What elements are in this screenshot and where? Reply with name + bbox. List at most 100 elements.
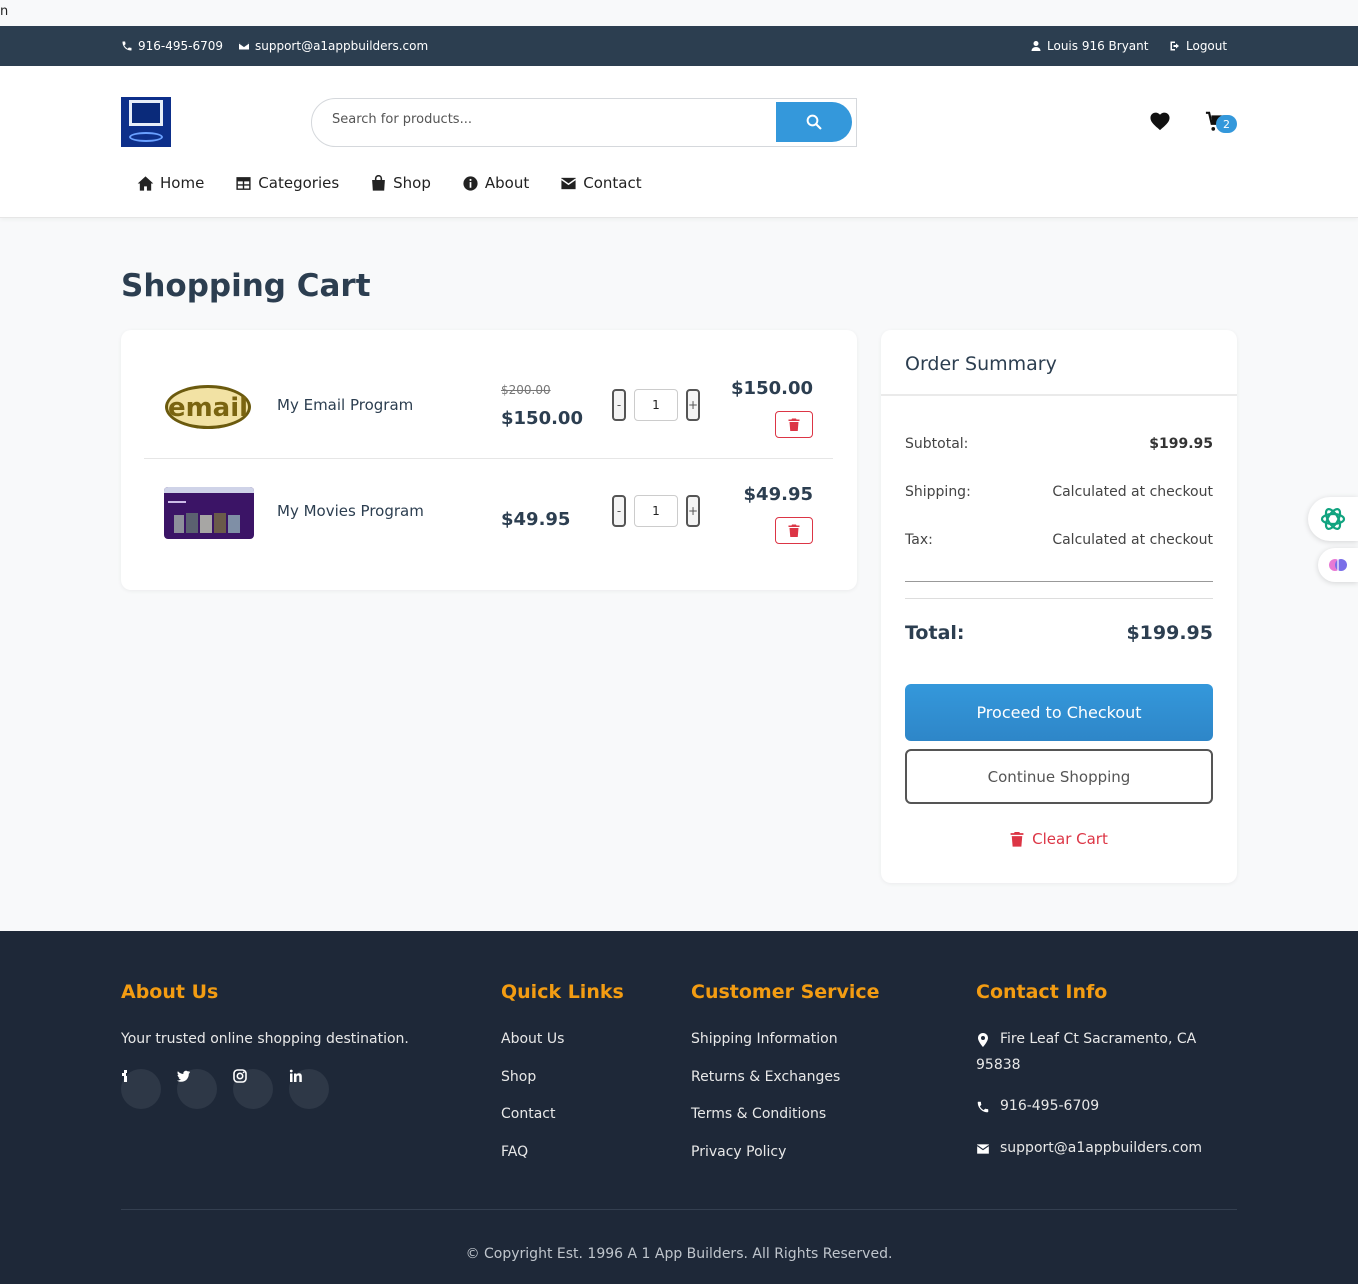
topbar-user[interactable]: Louis 916 Bryant: [1030, 39, 1148, 53]
nav-contact[interactable]: Contact: [560, 174, 642, 192]
footer-divider: [121, 1209, 1237, 1210]
quantity-increase-button[interactable]: +: [686, 389, 700, 421]
summary-divider: [881, 394, 1237, 396]
tax-row: Tax: Calculated at checkout: [905, 532, 1213, 548]
nav-home[interactable]: Home: [137, 174, 204, 192]
footer-link-terms[interactable]: Terms & Conditions: [691, 1106, 826, 1122]
logo-base: [129, 132, 163, 142]
product-thumbnail[interactable]: email: [164, 381, 254, 433]
search-button[interactable]: [776, 102, 852, 142]
quantity-decrease-button[interactable]: -: [612, 389, 626, 421]
top-bar: 916-495-6709 support@a1appbuilders.com L…: [0, 26, 1358, 66]
info-circle-icon: [463, 175, 478, 191]
remove-item-button[interactable]: [775, 517, 813, 544]
nav-shop[interactable]: Shop: [370, 174, 431, 192]
linkedin-icon: [289, 1069, 302, 1082]
logo-screen: [129, 100, 163, 126]
footer-link-privacy[interactable]: Privacy Policy: [691, 1144, 786, 1160]
footer-link-returns[interactable]: Returns & Exchanges: [691, 1069, 840, 1085]
footer-phone-text: 916-495-6709: [1000, 1098, 1100, 1114]
total-value: $199.95: [1126, 622, 1213, 644]
twitter-icon: [177, 1070, 190, 1082]
instagram-icon: [233, 1069, 247, 1083]
quantity-input[interactable]: 1: [634, 495, 678, 527]
topbar-phone-text: 916-495-6709: [138, 39, 224, 53]
stray-text: n: [0, 4, 9, 19]
openai-icon: [1320, 508, 1346, 530]
brain-widget[interactable]: [1318, 548, 1358, 582]
proceed-to-checkout-button[interactable]: Proceed to Checkout: [905, 684, 1213, 741]
wishlist-heart-icon[interactable]: [1149, 111, 1171, 131]
logout-label: Logout: [1186, 39, 1228, 53]
product-name[interactable]: My Movies Program: [277, 502, 424, 520]
remove-item-button[interactable]: [775, 411, 813, 438]
quantity-increase-button[interactable]: +: [686, 495, 700, 527]
twitter-link[interactable]: [177, 1069, 217, 1109]
cart-count-badge: 2: [1216, 115, 1237, 133]
topbar-phone[interactable]: 916-495-6709: [121, 39, 223, 53]
total-label: Total:: [905, 622, 965, 644]
nav-home-label: Home: [160, 174, 205, 192]
linkedin-link[interactable]: [289, 1069, 329, 1109]
footer-link-about-us[interactable]: About Us: [501, 1031, 564, 1047]
movies-screenshot-image: [164, 487, 254, 539]
shipping-value: Calculated at checkout: [1052, 484, 1213, 500]
cart-row: email My Email Program $200.00 $150.00 -…: [144, 353, 833, 459]
search-icon: [806, 114, 822, 130]
footer-link-shipping[interactable]: Shipping Information: [691, 1031, 838, 1047]
tax-label: Tax:: [905, 532, 933, 548]
continue-shopping-button[interactable]: Continue Shopping: [905, 749, 1213, 804]
topbar-email-text: support@a1appbuilders.com: [255, 39, 429, 53]
subtotal-row: Subtotal: $199.95: [905, 436, 1213, 452]
facebook-icon: [122, 1070, 127, 1082]
cart-items-card: email My Email Program $200.00 $150.00 -…: [121, 330, 857, 590]
cart-row: My Movies Program $49.95 - 1 + $49.95: [144, 459, 833, 565]
footer-address-line1: Fire Leaf Ct Sacramento, CA: [1000, 1031, 1197, 1047]
facebook-link[interactable]: [121, 1069, 161, 1109]
ai-assistant-widget[interactable]: [1308, 497, 1358, 541]
footer-email-text: support@a1appbuilders.com: [1000, 1140, 1203, 1156]
logout-link[interactable]: Logout: [1169, 39, 1227, 53]
footer-link-faq[interactable]: FAQ: [501, 1144, 528, 1160]
footer-about-heading: About Us: [121, 981, 219, 1003]
phone-icon: [122, 41, 132, 51]
email-logo-image: email: [164, 381, 254, 433]
envelope-icon: [976, 1144, 990, 1154]
line-total: $49.95: [743, 484, 813, 505]
quantity-stepper: - 1 +: [612, 389, 700, 421]
nav-contact-label: Contact: [583, 174, 642, 192]
footer-address-line2: 95838: [976, 1057, 1021, 1073]
subtotal-value: $199.95: [1149, 436, 1213, 452]
envelope-icon: [561, 177, 577, 189]
topbar-email[interactable]: support@a1appbuilders.com: [238, 39, 428, 53]
site-header: 2 Home Categories Shop About Contact: [0, 66, 1358, 218]
email-logo-text: email: [168, 393, 248, 423]
tax-value: Calculated at checkout: [1052, 532, 1213, 548]
product-thumbnail[interactable]: [164, 487, 254, 539]
unit-price: $49.95: [501, 509, 571, 530]
nav-categories[interactable]: Categories: [235, 174, 339, 192]
footer-email[interactable]: support@a1appbuilders.com: [976, 1140, 1202, 1156]
search-input[interactable]: [332, 112, 762, 127]
footer-phone[interactable]: 916-495-6709: [976, 1098, 1099, 1114]
nav-about[interactable]: About: [462, 174, 529, 192]
trash-icon: [788, 524, 800, 537]
quantity-decrease-button[interactable]: -: [612, 495, 626, 527]
instagram-link[interactable]: [233, 1069, 273, 1109]
shipping-row: Shipping: Calculated at checkout: [905, 484, 1213, 500]
footer-about-text: Your trusted online shopping destination…: [121, 1031, 409, 1047]
subtotal-label: Subtotal:: [905, 436, 969, 452]
nav-shop-label: Shop: [393, 174, 431, 192]
map-marker-icon: [978, 1033, 988, 1047]
trash-icon: [788, 418, 800, 431]
quantity-input[interactable]: 1: [634, 389, 678, 421]
site-logo[interactable]: [121, 97, 171, 147]
home-icon: [137, 175, 154, 191]
clear-cart-button[interactable]: Clear Cart: [905, 830, 1213, 848]
grid-icon: [236, 176, 251, 190]
envelope-icon: [238, 42, 250, 50]
product-name[interactable]: My Email Program: [277, 396, 413, 414]
nav-categories-label: Categories: [258, 174, 340, 192]
footer-link-shop[interactable]: Shop: [501, 1069, 536, 1085]
footer-link-contact[interactable]: Contact: [501, 1106, 555, 1122]
